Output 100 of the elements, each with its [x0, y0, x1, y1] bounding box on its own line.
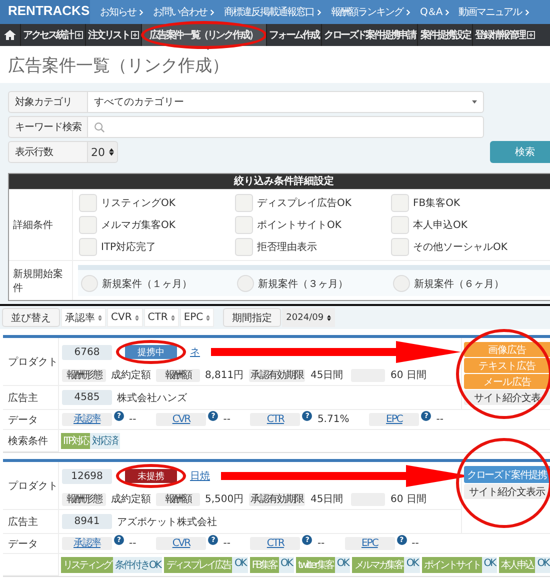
- sort-select[interactable]: 承認率: [61, 308, 106, 327]
- metric-link[interactable]: 承認率: [62, 413, 112, 426]
- field-value: 45日間: [310, 369, 344, 382]
- plus-icon: [131, 31, 140, 39]
- checkbox[interactable]: [235, 238, 253, 256]
- header-link[interactable]: 商標違反掲載通報窓口: [224, 5, 322, 19]
- metric-link[interactable]: EPC: [344, 537, 395, 550]
- row-label: プロダクト: [3, 462, 59, 510]
- tag-value: 対応済: [90, 433, 120, 449]
- chevron-icon: [524, 8, 530, 16]
- nav-tab[interactable]: 案件提携設定: [418, 24, 472, 46]
- metric-link[interactable]: 承認率: [62, 537, 112, 550]
- checkbox[interactable]: [235, 194, 253, 212]
- plus-icon: [74, 31, 83, 39]
- metric-value: --: [436, 414, 444, 425]
- field-label: 対象カテゴリ: [8, 91, 88, 113]
- sort-select[interactable]: EPC: [180, 308, 214, 327]
- field-label: キーワード検索: [8, 116, 88, 138]
- advertiser-id: 8941: [62, 514, 112, 529]
- radio-button[interactable]: [237, 275, 254, 292]
- status-button[interactable]: 未提携: [125, 469, 177, 483]
- nav-tab[interactable]: 登録情報管理: [473, 24, 537, 46]
- checkbox[interactable]: [391, 238, 409, 256]
- period-label: 期間指定: [223, 308, 282, 327]
- status-button[interactable]: 提携中: [125, 345, 177, 359]
- nav-tab[interactable]: クローズド案件提携申請: [322, 24, 418, 46]
- sort-select[interactable]: CTR: [144, 308, 179, 327]
- checkbox[interactable]: [391, 194, 409, 212]
- checkbox[interactable]: [79, 238, 97, 256]
- updown-icon: [109, 148, 114, 156]
- field-label: 承認有効期限: [248, 368, 306, 382]
- tag-name: FB集客: [250, 557, 278, 573]
- label-cell: [3, 554, 59, 576]
- checkbox-label: 拒否理由表示: [257, 240, 317, 254]
- period-select[interactable]: 2024/09: [282, 308, 335, 327]
- action-button[interactable]: サイト紹介文表示: [464, 484, 550, 499]
- field-value: 成約定額: [111, 368, 151, 382]
- nav-tab[interactable]: アクセス統計: [21, 24, 85, 46]
- updown-icon: [170, 314, 175, 320]
- field-value: 成約定額: [111, 492, 151, 506]
- checkbox[interactable]: [391, 216, 409, 234]
- radio-button[interactable]: [81, 275, 98, 292]
- advertiser-id: 4585: [62, 390, 112, 405]
- metric-value: --: [412, 538, 419, 549]
- tag-name: リスティング: [61, 557, 113, 573]
- product-link[interactable]: 日焼: [190, 469, 210, 483]
- row-label: 新規開始案件: [9, 261, 73, 300]
- tag-name: 本人申込: [499, 557, 536, 573]
- metric-value: --: [223, 414, 230, 425]
- checkbox-label: 本人申込OK: [413, 218, 468, 232]
- logo[interactable]: RENTRACKS: [0, 0, 90, 24]
- keyword-field[interactable]: [88, 116, 484, 138]
- row-label: 検索条件: [3, 430, 59, 452]
- advertiser-name: アズポケット株式会社: [117, 516, 217, 528]
- home-icon[interactable]: [4, 30, 16, 40]
- rows-select[interactable]: 20: [88, 141, 118, 163]
- metric-link[interactable]: CVR: [156, 537, 206, 550]
- checkbox-label: メルマガ集客OK: [101, 218, 176, 232]
- header-link[interactable]: 報酬額ランキング: [331, 5, 411, 19]
- radio-button[interactable]: [393, 275, 410, 292]
- sort-label: 並び替え: [2, 308, 60, 327]
- chevron-icon: [139, 8, 144, 16]
- chevron-icon: [444, 8, 450, 16]
- metric-link[interactable]: CTR: [250, 413, 300, 426]
- nav-tab[interactable]: 注文リスト: [86, 24, 142, 46]
- updown-icon: [134, 314, 139, 320]
- action-button[interactable]: サイト紹介文表: [464, 390, 550, 405]
- product-link[interactable]: ネ: [190, 345, 200, 359]
- header-link[interactable]: お知らせ: [100, 5, 144, 19]
- field-value: 5,500円: [205, 493, 244, 506]
- radio-label: 新規案件（６ヶ月）: [414, 278, 504, 290]
- header-link[interactable]: Q＆A: [420, 5, 450, 19]
- checkbox[interactable]: [235, 216, 253, 234]
- page-title: 広告案件一覧（リンク作成）: [7, 55, 230, 78]
- row-label: データ: [3, 410, 59, 430]
- tag-value: OK: [535, 557, 550, 573]
- tag-name: ITP対応: [61, 433, 90, 449]
- tag-name: twitter集客: [296, 557, 335, 573]
- caret-icon: [472, 100, 478, 104]
- plus-icon: [526, 31, 535, 39]
- metric-link[interactable]: CTR: [250, 537, 300, 550]
- metric-value: --: [129, 414, 136, 425]
- metric-link[interactable]: EPC: [369, 413, 420, 426]
- panel-header: 絞り込み条件詳細設定: [9, 174, 550, 189]
- checkbox-label: ポイントサイトOK: [257, 219, 342, 232]
- metric-value: 5.71%: [317, 414, 350, 425]
- tag-value: OK: [334, 557, 350, 573]
- chevron-icon: [406, 8, 411, 16]
- header-link[interactable]: お問い合わせ: [153, 5, 215, 19]
- nav-tab[interactable]: フォーム作成: [267, 24, 322, 46]
- header-link[interactable]: 動画マニュアル: [458, 5, 530, 19]
- checkbox[interactable]: [79, 216, 97, 234]
- updown-icon: [206, 314, 210, 320]
- sort-select[interactable]: CVR: [107, 308, 143, 327]
- tag-name: ディスプレイ広告: [164, 557, 232, 573]
- checkbox-label: ITP対応完了: [101, 240, 156, 254]
- checkbox[interactable]: [79, 194, 97, 212]
- category-select[interactable]: すべてのカテゴリー: [88, 91, 484, 113]
- metric-link[interactable]: CVR: [156, 413, 206, 426]
- field-label: 報酬形態: [62, 368, 106, 382]
